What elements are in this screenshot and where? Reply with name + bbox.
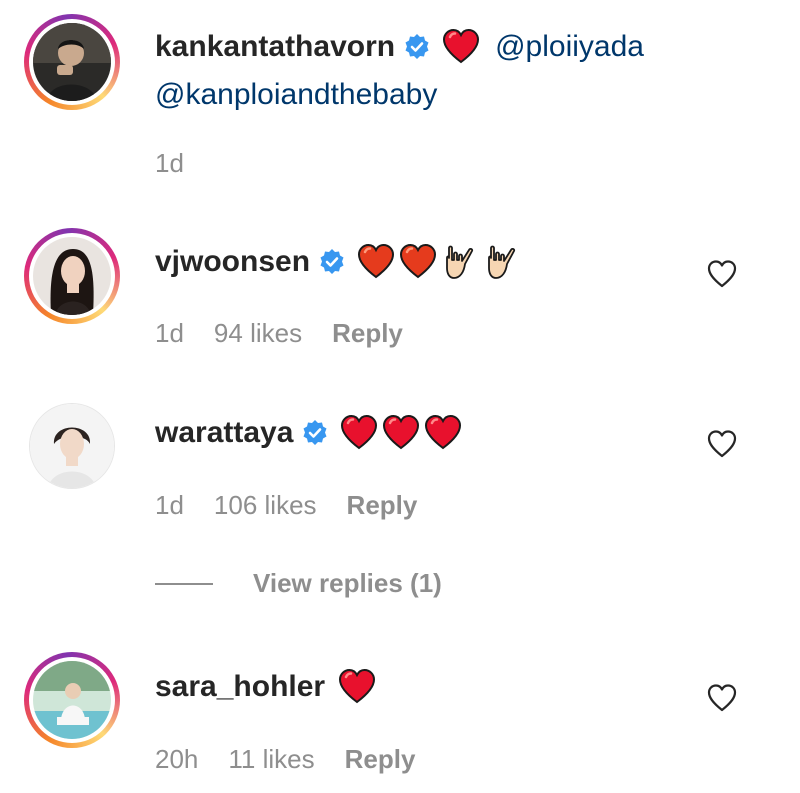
verified-badge-icon	[403, 33, 431, 61]
love-you-gesture-icon	[482, 242, 522, 282]
comment-timestamp[interactable]: 1d	[155, 490, 184, 521]
love-you-gesture-icon	[440, 242, 480, 282]
avatar-story-ring[interactable]	[24, 14, 120, 110]
comment-timestamp[interactable]: 1d	[155, 318, 184, 349]
comment-username[interactable]: kankantathavorn	[155, 24, 395, 70]
avatar-story-ring[interactable]	[24, 228, 120, 324]
comment-emojis	[339, 413, 463, 453]
comment-likes[interactable]: 94 likes	[214, 318, 302, 349]
avatar	[33, 237, 111, 315]
comment-emojis	[356, 242, 522, 282]
red-heart-icon	[337, 667, 377, 707]
orange-heart-icon	[398, 242, 438, 282]
comment-username[interactable]: warattaya	[155, 410, 293, 456]
reply-button[interactable]: Reply	[347, 490, 418, 521]
red-heart-icon	[339, 413, 379, 453]
reply-button[interactable]: Reply	[345, 744, 416, 775]
view-replies-label: View replies (1)	[253, 568, 442, 598]
mention-link[interactable]: @kanploiandthebaby	[155, 72, 437, 118]
avatar-ring[interactable]	[24, 398, 120, 494]
red-heart-icon	[381, 413, 421, 453]
like-heart-icon[interactable]	[706, 428, 738, 460]
comment-emojis	[441, 27, 481, 67]
like-heart-icon[interactable]	[706, 258, 738, 290]
comment-likes[interactable]: 106 likes	[214, 490, 317, 521]
orange-heart-icon	[356, 242, 396, 282]
red-heart-icon	[441, 27, 481, 67]
view-replies-button[interactable]: View replies (1)	[155, 568, 442, 599]
comment-username[interactable]: sara_hohler	[155, 664, 325, 710]
verified-badge-icon	[301, 419, 329, 447]
avatar	[29, 403, 115, 489]
comment-timestamp[interactable]: 20h	[155, 744, 198, 775]
comment-username[interactable]: vjwoonsen	[155, 239, 310, 285]
reply-button[interactable]: Reply	[332, 318, 403, 349]
comment-emojis	[337, 667, 377, 707]
avatar	[33, 23, 111, 101]
comment-timestamp[interactable]: 1d	[155, 148, 184, 179]
mention-link[interactable]: @ploiiyada	[495, 24, 644, 70]
avatar	[33, 661, 111, 739]
avatar-story-ring[interactable]	[24, 652, 120, 748]
like-heart-icon[interactable]	[706, 682, 738, 714]
verified-badge-icon	[318, 248, 346, 276]
comment-likes[interactable]: 11 likes	[228, 744, 314, 775]
red-heart-icon	[423, 413, 463, 453]
divider-line	[155, 582, 213, 585]
